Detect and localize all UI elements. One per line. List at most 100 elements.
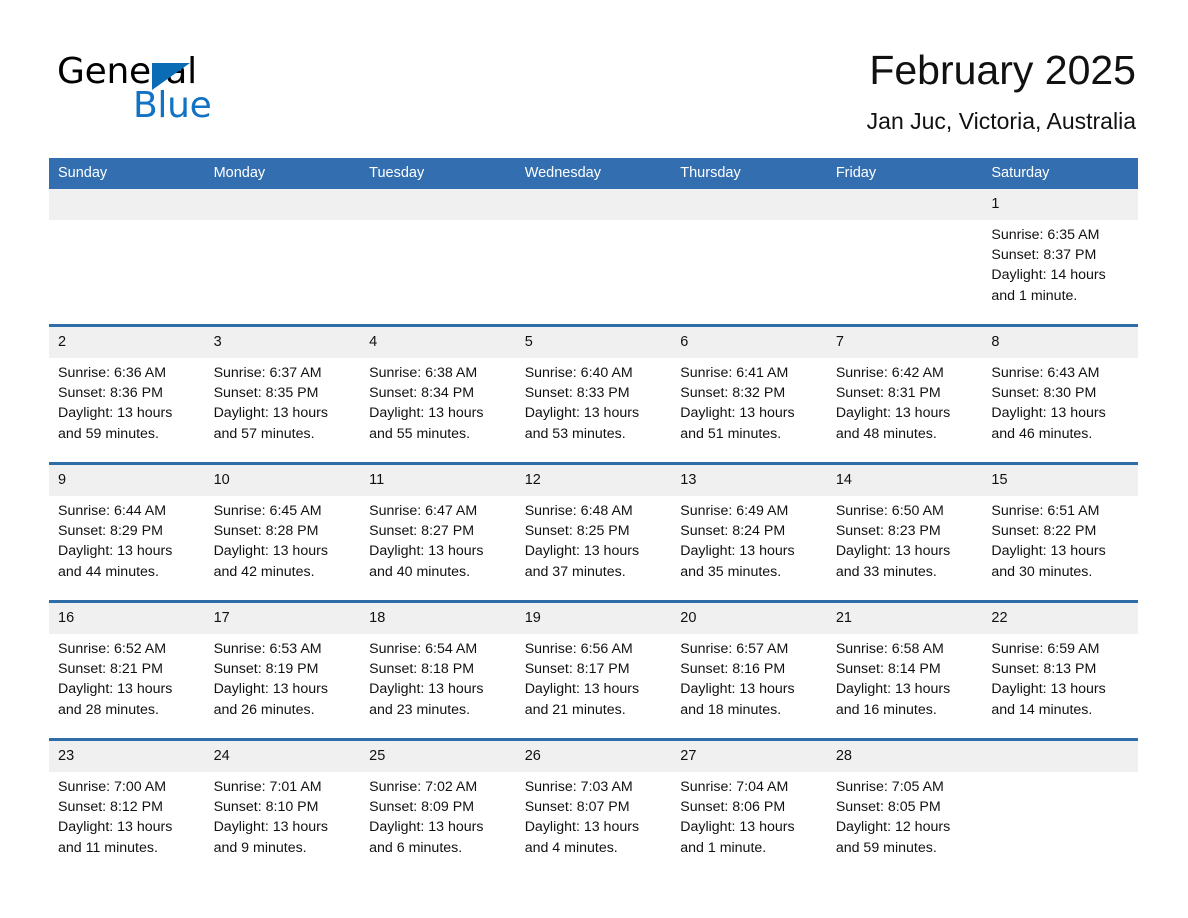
sunrise-text: Sunrise: 6:58 AM <box>835 641 944 657</box>
calendar-day-cell[interactable]: 7 Sunrise: 6:42 AM Sunset: 8:31 PM Daylight… <box>826 325 983 464</box>
sunset-text: Sunset: 8:23 PM <box>835 523 941 540</box>
calendar-day-cell[interactable]: 22 Sunrise: 6:59 AM Sunset: 8:13 PM Dayligh… <box>982 601 1138 740</box>
calendar-day-cell[interactable]: 23 Sunrise: 7:00 AM Sunset: 8:12 PM Dayligh… <box>49 739 205 876</box>
calendar-day-cell[interactable]: 24 Sunrise: 7:01 AM Sunset: 8:10 PM Dayligh… <box>204 739 361 876</box>
day-number: 26 <box>515 741 672 772</box>
calendar-day-cell[interactable]: 19 Sunrise: 6:56 AM Sunset: 8:17 PM Dayligh… <box>515 601 672 740</box>
calendar-day-cell[interactable]: 8 Sunrise: 6:43 AM Sunset: 8:30 PM Daylight… <box>982 325 1138 464</box>
sunrise-text: Sunrise: 6:52 AM <box>58 641 167 657</box>
sunrise-text: Sunrise: 6:36 AM <box>58 365 167 381</box>
daylight-text: Daylight: 13 hours and 40 minutes. <box>369 543 484 580</box>
calendar-day-cell[interactable]: 6 Sunrise: 6:41 AM Sunset: 8:32 PM Daylight… <box>671 325 827 464</box>
sunset-text: Sunset: 8:29 PM <box>58 523 163 540</box>
daylight-text: Daylight: 13 hours and 26 minutes. <box>213 681 328 718</box>
calendar-body: 1 Sunrise: 6:35 AM Sunset: 8:37 PM Daylight… <box>49 189 1138 876</box>
calendar-day-cell[interactable]: 9 Sunrise: 6:44 AM Sunset: 8:29 PM Daylight… <box>49 463 205 602</box>
calendar-day-cell-empty <box>204 189 361 326</box>
day-details: Sunrise: 6:56 AM Sunset: 8:17 PM Daylight:… <box>516 634 672 720</box>
weekday-header-thursday: Thursday <box>671 158 827 189</box>
day-number: 17 <box>204 603 361 634</box>
daylight-text: Daylight: 12 hours and 59 minutes. <box>835 819 951 856</box>
calendar-day-cell-empty <box>49 189 205 326</box>
calendar-day-cell[interactable]: 20 Sunrise: 6:57 AM Sunset: 8:16 PM Dayligh… <box>671 601 827 740</box>
sunset-text: Sunset: 8:36 PM <box>58 385 163 402</box>
calendar-week-row: 1 Sunrise: 6:35 AM Sunset: 8:37 PM Daylight… <box>49 189 1138 326</box>
calendar-header-row: Sunday Monday Tuesday Wednesday Thursday Frid… <box>49 158 1138 189</box>
day-number <box>204 189 361 220</box>
weekday-header-sunday: Sunday <box>49 158 205 189</box>
day-details: Sunrise: 6:40 AM Sunset: 8:33 PM Daylight:… <box>516 358 672 444</box>
calendar-day-cell[interactable]: 25 Sunrise: 7:02 AM Sunset: 8:09 PM Dayligh… <box>360 739 516 876</box>
calendar-day-cell[interactable]: 27 Sunrise: 7:04 AM Sunset: 8:06 PM Dayligh… <box>671 739 827 876</box>
day-details: Sunrise: 6:41 AM Sunset: 8:32 PM Daylight:… <box>671 358 827 444</box>
day-number <box>515 189 672 220</box>
calendar-day-cell[interactable]: 17 Sunrise: 6:53 AM Sunset: 8:19 PM Dayligh… <box>204 601 361 740</box>
page-subtitle: Jan Juc, Victoria, Australia <box>866 108 1136 134</box>
daylight-text: Daylight: 13 hours and 11 minutes. <box>58 819 173 856</box>
sunrise-text: Sunrise: 6:56 AM <box>524 641 633 657</box>
sunset-text: Sunset: 8:10 PM <box>213 799 319 816</box>
calendar-day-cell[interactable]: 10 Sunrise: 6:45 AM Sunset: 8:28 PM Dayligh… <box>204 463 361 602</box>
calendar-day-cell[interactable]: 14 Sunrise: 6:50 AM Sunset: 8:23 PM Dayligh… <box>826 463 983 602</box>
calendar-day-cell-empty <box>826 189 983 326</box>
sunset-text: Sunset: 8:25 PM <box>524 523 630 540</box>
day-details: Sunrise: 6:48 AM Sunset: 8:25 PM Daylight:… <box>516 496 672 582</box>
day-details: Sunrise: 6:38 AM Sunset: 8:34 PM Daylight:… <box>360 358 516 444</box>
calendar-day-cell[interactable]: 13 Sunrise: 6:49 AM Sunset: 8:24 PM Dayligh… <box>671 463 827 602</box>
calendar-week-row: 9 Sunrise: 6:44 AM Sunset: 8:29 PM Daylight… <box>49 463 1138 602</box>
daylight-text: Daylight: 13 hours and 48 minutes. <box>835 405 951 442</box>
daylight-text: Daylight: 13 hours and 21 minutes. <box>524 681 640 718</box>
calendar-day-cell-empty <box>671 189 827 326</box>
calendar-day-cell[interactable]: 16 Sunrise: 6:52 AM Sunset: 8:21 PM Dayligh… <box>49 601 205 740</box>
calendar-day-cell-empty <box>515 189 672 326</box>
calendar-day-cell[interactable]: 28 Sunrise: 7:05 AM Sunset: 8:05 PM Dayligh… <box>826 739 983 876</box>
day-details: Sunrise: 6:36 AM Sunset: 8:36 PM Daylight:… <box>49 358 205 444</box>
daylight-text: Daylight: 13 hours and 37 minutes. <box>524 543 640 580</box>
daylight-text: Daylight: 13 hours and 30 minutes. <box>991 543 1106 580</box>
sunset-text: Sunset: 8:34 PM <box>369 385 475 402</box>
sunrise-text: Sunrise: 6:37 AM <box>213 365 322 381</box>
calendar-day-cell[interactable]: 18 Sunrise: 6:54 AM Sunset: 8:18 PM Dayligh… <box>360 601 516 740</box>
day-number <box>49 189 205 220</box>
calendar-day-cell[interactable]: 21 Sunrise: 6:58 AM Sunset: 8:14 PM Dayligh… <box>826 601 983 740</box>
calendar-day-cell[interactable]: 3 Sunrise: 6:37 AM Sunset: 8:35 PM Daylight… <box>204 325 361 464</box>
daylight-text: Daylight: 13 hours and 14 minutes. <box>991 681 1106 718</box>
daylight-text: Daylight: 13 hours and 18 minutes. <box>680 681 795 718</box>
day-details: Sunrise: 6:54 AM Sunset: 8:18 PM Daylight:… <box>360 634 516 720</box>
calendar-day-cell[interactable]: 5 Sunrise: 6:40 AM Sunset: 8:33 PM Daylight… <box>515 325 672 464</box>
logo-text-blue: Blue <box>133 85 212 126</box>
page-header: General Blue February 2025 Jan Juc, Vict… <box>0 0 1188 158</box>
sunrise-text: Sunrise: 6:45 AM <box>213 503 322 519</box>
calendar-day-cell[interactable]: 15 Sunrise: 6:51 AM Sunset: 8:22 PM Dayligh… <box>982 463 1138 602</box>
general-blue-logo[interactable]: General Blue <box>57 52 317 132</box>
calendar-day-cell[interactable]: 4 Sunrise: 6:38 AM Sunset: 8:34 PM Daylight… <box>360 325 516 464</box>
sunrise-text: Sunrise: 6:53 AM <box>213 641 322 657</box>
calendar-day-cell[interactable]: 12 Sunrise: 6:48 AM Sunset: 8:25 PM Dayligh… <box>515 463 672 602</box>
day-number: 4 <box>360 327 516 358</box>
day-number: 8 <box>982 327 1138 358</box>
sunset-text: Sunset: 8:18 PM <box>369 661 475 678</box>
sunrise-text: Sunrise: 7:05 AM <box>835 779 944 795</box>
day-number: 3 <box>204 327 361 358</box>
sunrise-text: Sunrise: 6:51 AM <box>991 503 1100 519</box>
day-number: 27 <box>671 741 827 772</box>
day-details: Sunrise: 6:53 AM Sunset: 8:19 PM Daylight:… <box>205 634 361 720</box>
sunset-text: Sunset: 8:32 PM <box>680 385 786 402</box>
daylight-text: Daylight: 13 hours and 35 minutes. <box>680 543 795 580</box>
daylight-text: Daylight: 13 hours and 28 minutes. <box>58 681 173 718</box>
day-number <box>982 741 1138 772</box>
calendar-day-cell[interactable]: 11 Sunrise: 6:47 AM Sunset: 8:27 PM Dayligh… <box>360 463 516 602</box>
daylight-text: Daylight: 13 hours and 4 minutes. <box>524 819 640 856</box>
sunrise-text: Sunrise: 7:04 AM <box>680 779 789 795</box>
calendar-day-cell[interactable]: 26 Sunrise: 7:03 AM Sunset: 8:07 PM Dayligh… <box>515 739 672 876</box>
calendar-page: General Blue February 2025 Jan Juc, Vict… <box>0 0 1188 918</box>
sunrise-text: Sunrise: 6:54 AM <box>369 641 478 657</box>
day-details: Sunrise: 6:58 AM Sunset: 8:14 PM Daylight:… <box>827 634 983 720</box>
day-details: Sunrise: 6:44 AM Sunset: 8:29 PM Daylight:… <box>49 496 205 582</box>
calendar-day-cell[interactable]: 1 Sunrise: 6:35 AM Sunset: 8:37 PM Daylight… <box>982 189 1138 326</box>
daylight-text: Daylight: 13 hours and 42 minutes. <box>213 543 328 580</box>
day-details: Sunrise: 6:49 AM Sunset: 8:24 PM Daylight:… <box>671 496 827 582</box>
sunset-text: Sunset: 8:14 PM <box>835 661 941 678</box>
calendar-day-cell[interactable]: 2 Sunrise: 6:36 AM Sunset: 8:36 PM Daylight… <box>49 325 205 464</box>
daylight-text: Daylight: 13 hours and 1 minute. <box>680 819 795 856</box>
